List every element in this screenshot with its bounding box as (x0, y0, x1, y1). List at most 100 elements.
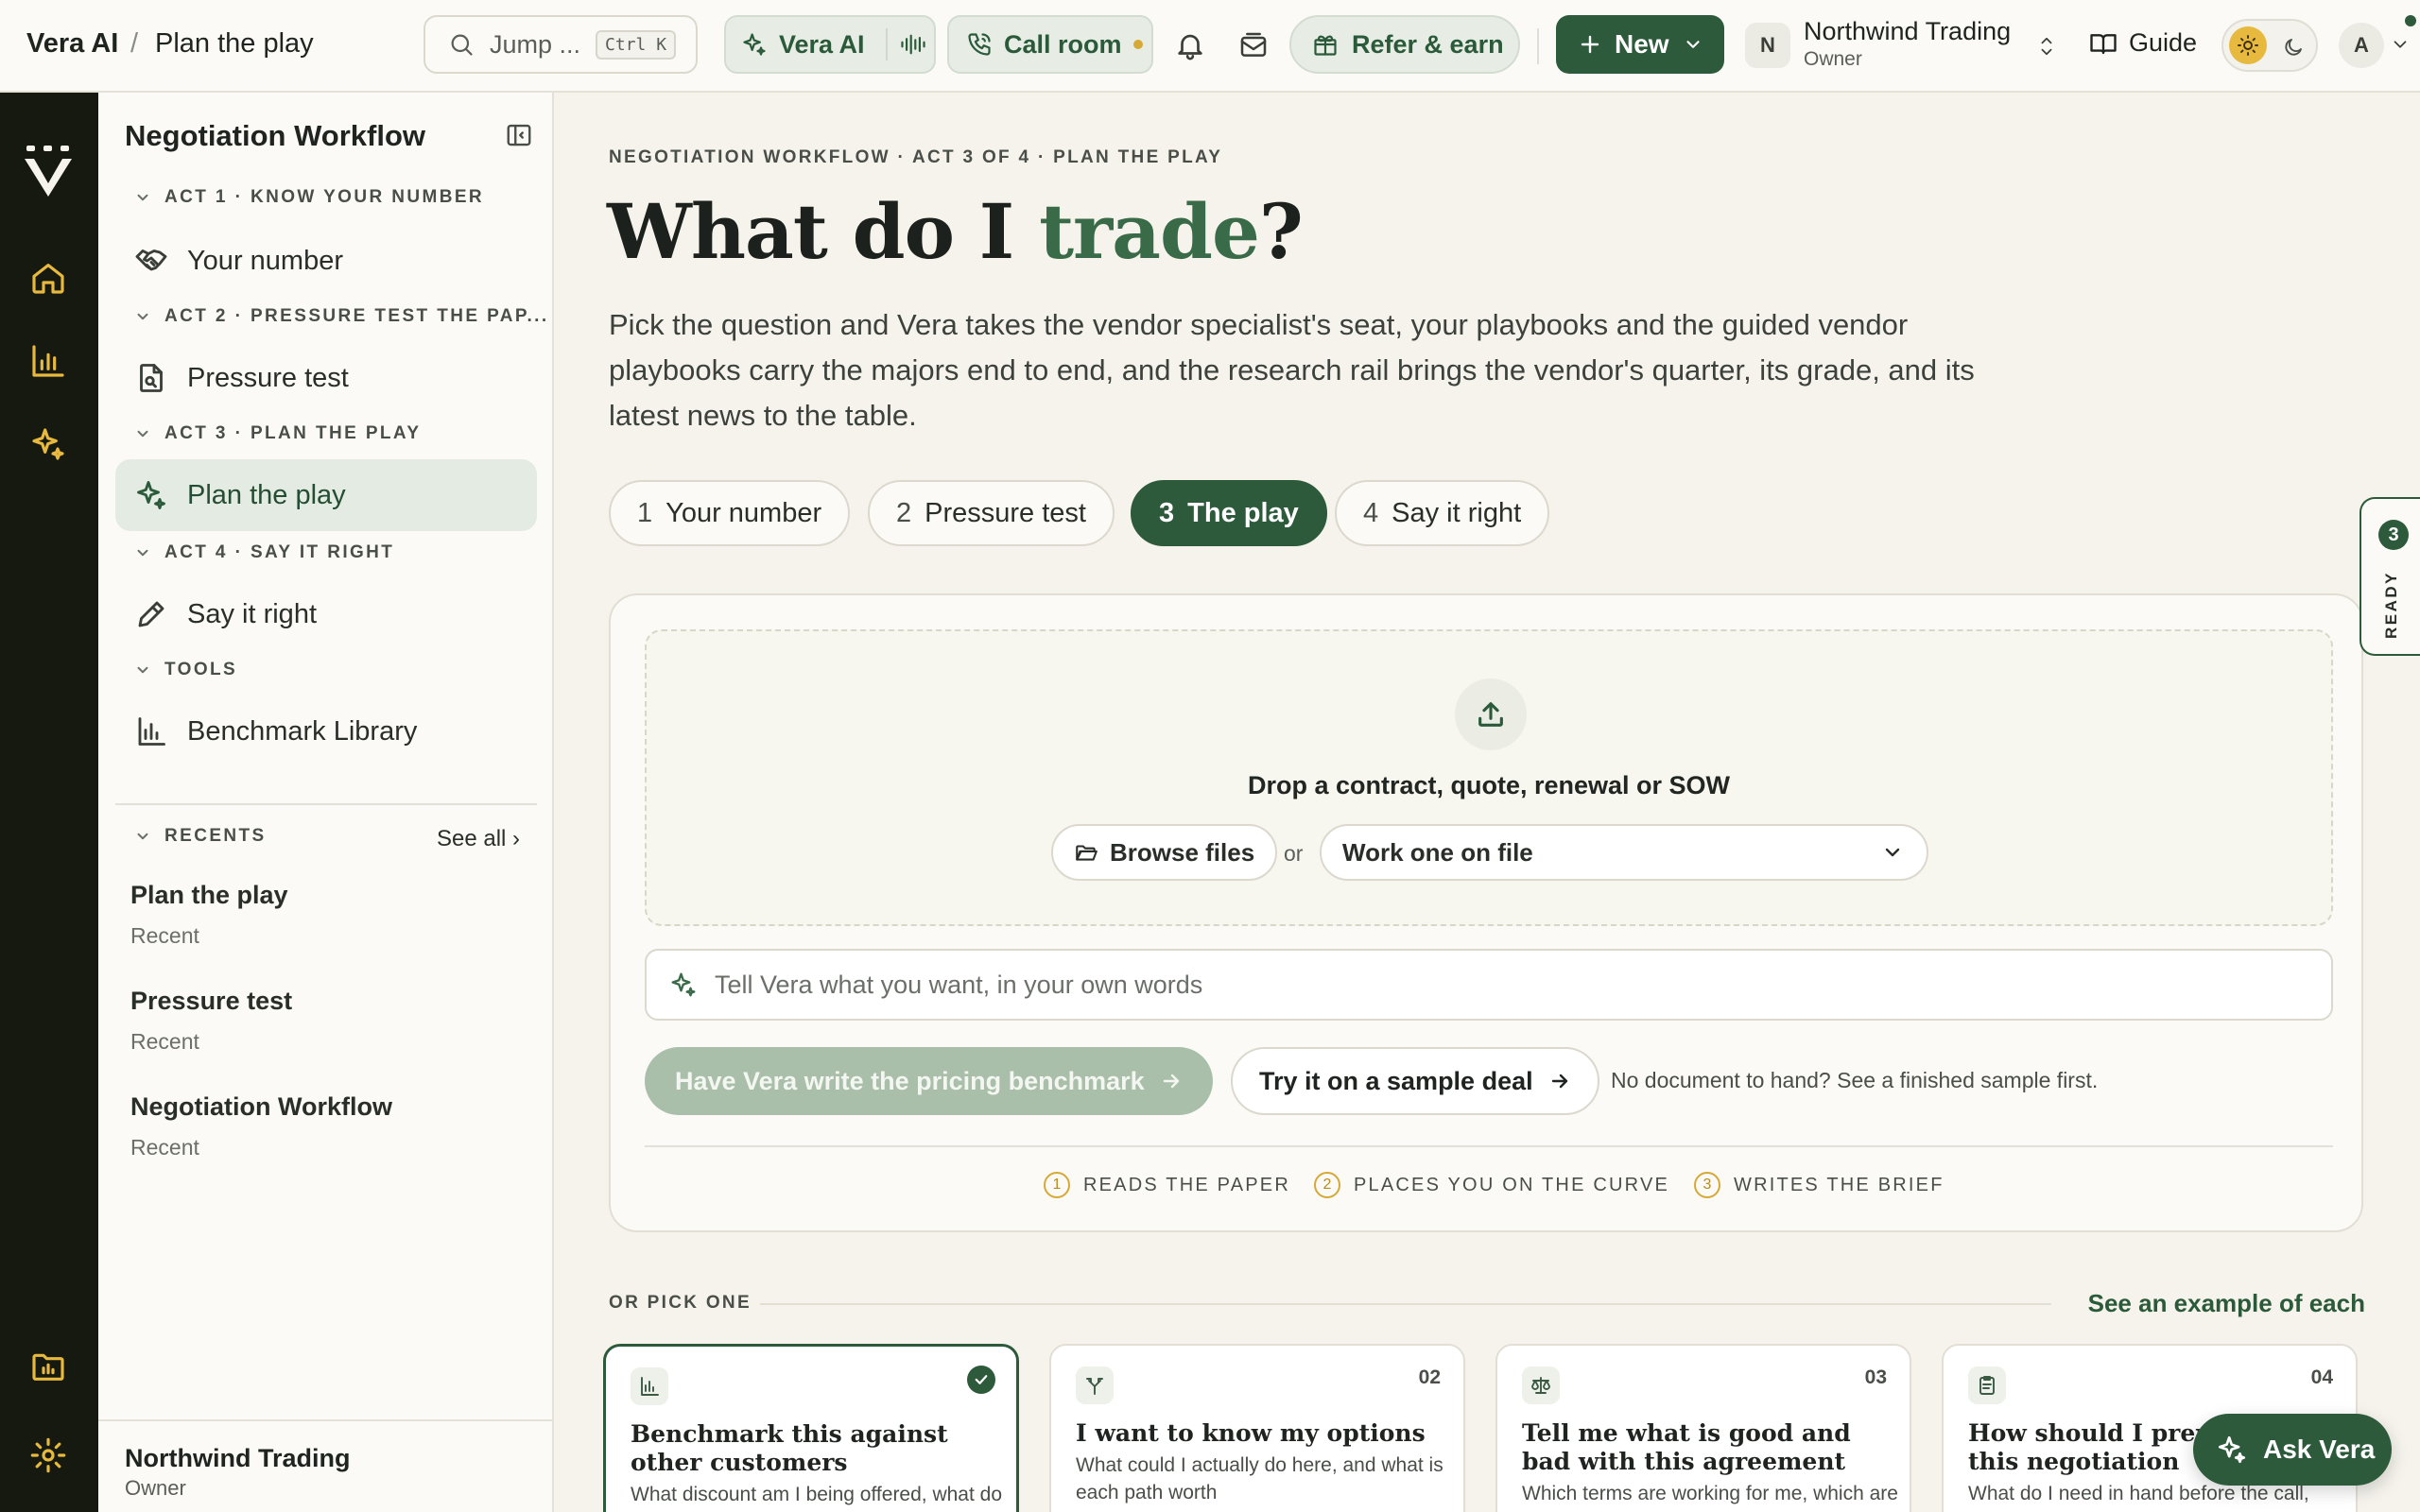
collapse-sidebar-icon[interactable] (505, 121, 533, 149)
search-input[interactable]: Jump ... Ctrl K (424, 15, 698, 74)
chevron-down-icon (137, 666, 148, 674)
search-placeholder: Jump ... (490, 29, 581, 59)
see-example-link[interactable]: See an example of each (2088, 1289, 2365, 1318)
step-label: The play (1187, 497, 1299, 528)
chevrons-updown-icon[interactable] (2036, 34, 2057, 59)
ask-vera-input[interactable]: Tell Vera what you want, in your own wor… (645, 949, 2333, 1021)
breadcrumb-root[interactable]: Vera AI (26, 28, 118, 60)
bar-chart-icon (631, 1367, 668, 1405)
chevron-down-icon (137, 833, 148, 840)
org-switcher[interactable]: Northwind Trading Owner (1804, 17, 2011, 71)
ready-tab[interactable]: 3 READY (2360, 497, 2420, 656)
analytics-icon[interactable] (29, 342, 67, 380)
user-avatar[interactable]: A (2339, 23, 2384, 68)
arrow-right-icon (1163, 1074, 1179, 1089)
folder-chart-icon[interactable] (29, 1348, 67, 1385)
or-label: or (1284, 841, 1304, 866)
bell-icon[interactable] (1174, 28, 1206, 62)
gift-icon (1314, 35, 1337, 56)
chevron-down-icon (1885, 848, 1900, 857)
stage-2: 2 PLACES YOU ON THE CURVE (1314, 1172, 1669, 1198)
sparkles-icon[interactable] (29, 425, 67, 463)
refer-earn-button[interactable]: Refer & earn (1289, 15, 1520, 74)
step-tab-4[interactable]: 4 Say it right (1335, 480, 1550, 546)
card-number: 02 (1418, 1366, 1441, 1388)
sidebar-item-label: Say it right (187, 598, 317, 629)
recent-title: Pressure test (130, 987, 293, 1015)
section-header-act-1[interactable]: ACT 1 · KNOW YOUR NUMBER (134, 187, 484, 208)
org-role: Owner (1804, 48, 1862, 70)
eyebrow: NEGOTIATION WORKFLOW · ACT 3 OF 4 · PLAN… (609, 147, 1223, 167)
sidebar-title: Negotiation Workflow (125, 119, 426, 152)
section-header-act-4[interactable]: ACT 4 · SAY IT RIGHT (134, 542, 394, 563)
new-button[interactable]: New (1556, 15, 1724, 74)
breadcrumb-current: Plan the play (155, 28, 314, 59)
sidebar-item-say-it-right[interactable]: Say it right (115, 578, 537, 650)
call-room-label: Call room (1004, 29, 1122, 59)
file-select[interactable]: Work one on file (1320, 824, 1928, 881)
footer-org-name: Northwind Trading (125, 1444, 351, 1472)
section-header-act-2[interactable]: ACT 2 · PRESSURE TEST THE PAP... (134, 306, 549, 327)
card-description: What could I actually do here, and what … (1076, 1454, 1443, 1503)
step-tab-3[interactable]: 3 The play (1131, 480, 1327, 546)
ready-count-badge: 3 (2378, 520, 2409, 550)
sidebar-item-your-number[interactable]: Your number (115, 225, 537, 297)
moon-icon[interactable] (2282, 36, 2305, 59)
card-title: I want to know my options (1076, 1419, 1426, 1447)
recent-item[interactable]: Pressure test Recent (130, 987, 292, 1055)
vera-ai-button[interactable]: Vera AI (724, 15, 936, 74)
chevron-down-icon[interactable] (2390, 34, 2411, 55)
check-icon (967, 1366, 995, 1394)
sidebar-footer[interactable]: Northwind Trading Owner (98, 1419, 554, 1512)
guide-button[interactable]: Guide (2089, 28, 2197, 58)
new-label: New (1615, 29, 1669, 59)
theme-toggle[interactable] (2221, 19, 2318, 72)
section-header-act-3[interactable]: ACT 3 · PLAN THE PLAY (134, 423, 421, 444)
sidebar-item-label: Plan the play (187, 479, 346, 510)
ask-vera-button[interactable]: Ask Vera (2193, 1414, 2392, 1486)
search-shortcut: Ctrl K (596, 29, 677, 60)
section-header-tools[interactable]: TOOLS (134, 660, 237, 680)
question-card-1[interactable]: Benchmark this against other customers W… (603, 1344, 1019, 1512)
sidebar-item-pressure-test[interactable]: Pressure test (115, 342, 537, 414)
title-text: What do I (607, 187, 1040, 276)
recent-subtitle: Recent (130, 1029, 199, 1054)
vera-logo[interactable] (21, 146, 76, 198)
sparkles-icon (137, 481, 165, 509)
call-room-button[interactable]: Call room (947, 15, 1153, 74)
write-benchmark-button[interactable]: Have Vera write the pricing benchmark (645, 1047, 1213, 1115)
question-card-3[interactable]: 03 Tell me what is good and bad with thi… (1495, 1344, 1911, 1512)
recents-label: RECENTS (164, 826, 267, 846)
sidebar-item-benchmark-library[interactable]: Benchmark Library (115, 696, 537, 767)
org-name: Northwind Trading (1804, 17, 2012, 45)
step-number: 3 (1159, 497, 1175, 528)
step-tab-2[interactable]: 2 Pressure test (868, 480, 1115, 546)
sample-deal-button[interactable]: Try it on a sample deal (1231, 1047, 1599, 1115)
inbox-icon[interactable] (1238, 30, 1269, 60)
recent-title: Negotiation Workflow (130, 1092, 392, 1121)
file-dropzone[interactable]: Drop a contract, quote, renewal or SOW B… (645, 629, 2333, 926)
section-header-label: ACT 1 · KNOW YOUR NUMBER (164, 187, 485, 207)
chevron-down-icon (1685, 41, 1700, 48)
breadcrumb-separator: / (130, 28, 139, 59)
see-all-link[interactable]: See all › (437, 826, 520, 852)
sun-icon[interactable] (2229, 26, 2267, 64)
lead-paragraph: Pick the question and Vera takes the ven… (609, 308, 1975, 432)
step-tab-1[interactable]: 1 Your number (609, 480, 851, 546)
stage-3: 3 WRITES THE BRIEF (1694, 1172, 1945, 1198)
home-icon[interactable] (29, 259, 67, 297)
browse-files-button[interactable]: Browse files (1051, 824, 1278, 881)
recent-title: Plan the play (130, 881, 288, 909)
settings-icon[interactable] (29, 1436, 67, 1474)
question-card-2[interactable]: 02 I want to know my options What could … (1049, 1344, 1465, 1512)
recent-item[interactable]: Negotiation Workflow Recent (130, 1092, 392, 1160)
recents-header[interactable]: RECENTS (134, 826, 267, 847)
folder-open-icon (1076, 845, 1098, 861)
org-avatar: N (1745, 23, 1790, 68)
sidebar-item-plan-the-play[interactable]: Plan the play (115, 459, 537, 531)
bar-chart-icon (138, 717, 165, 746)
step-label: Pressure test (925, 497, 1086, 528)
waveform-icon[interactable] (899, 31, 927, 58)
recent-item[interactable]: Plan the play Recent (130, 881, 288, 949)
handshake-icon (135, 249, 167, 271)
